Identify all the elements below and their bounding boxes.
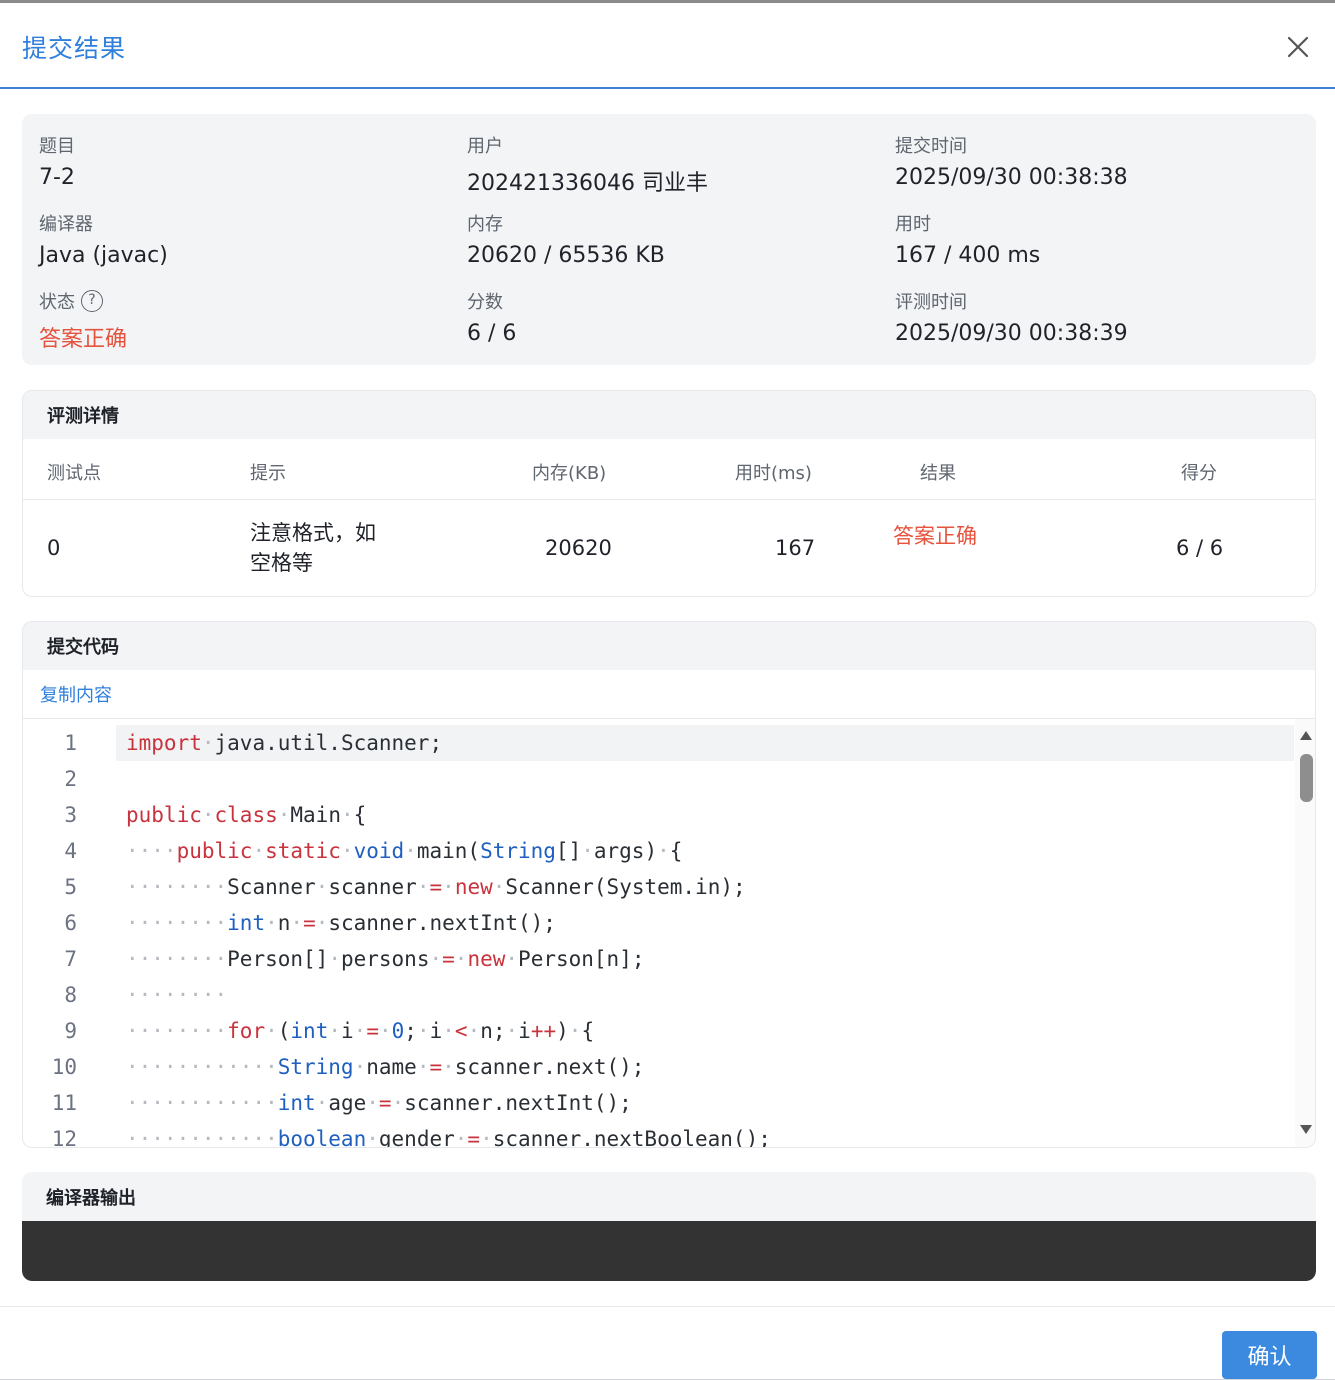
submitted-code-card: 提交代码 复制内容 1 2 3 4 5 6 7 8 9 10 11 12 imp…: [22, 621, 1316, 1148]
score-label: 分数: [467, 292, 503, 313]
code-line: ········Scanner·scanner·=·new·Scanner(Sy…: [126, 875, 746, 899]
status-label: 状态: [39, 292, 75, 313]
code-lines: import·java.util.Scanner; public·class·M…: [126, 725, 771, 1148]
submit-time-label: 提交时间: [895, 136, 967, 157]
case-result: 答案正确: [893, 524, 977, 548]
judge-time-value: 2025/09/30 00:38:39: [895, 321, 1128, 346]
compiler-field: 编译器 Java (javac): [39, 211, 168, 268]
code-line: ············boolean·gender·=·scanner.nex…: [126, 1127, 771, 1148]
memory-field: 内存 20620 / 65536 KB: [467, 211, 665, 268]
user-value: 202421336046 司业丰: [467, 171, 708, 196]
compiler-output-title: 编译器输出: [22, 1172, 1316, 1221]
line-number: 4: [64, 839, 77, 863]
memory-label: 内存: [467, 214, 503, 235]
user-field: 用户 202421336046 司业丰: [467, 133, 708, 197]
column-header: 内存(KB): [532, 463, 607, 484]
confirm-button[interactable]: 确认: [1222, 1331, 1317, 1379]
column-header: 用时(ms): [735, 463, 812, 484]
line-number: 10: [51, 1055, 77, 1079]
submit-time-field: 提交时间 2025/09/30 00:38:38: [895, 133, 1128, 190]
column-header: 得分: [1181, 463, 1217, 484]
copy-toolbar: 复制内容: [23, 670, 1315, 719]
code-editor[interactable]: 1 2 3 4 5 6 7 8 9 10 11 12 import·java.u…: [23, 719, 1315, 1148]
column-header: 结果: [920, 463, 956, 484]
dialog-header: 提交结果: [0, 3, 1335, 89]
scroll-down-icon[interactable]: [1300, 1125, 1312, 1134]
column-header: 提示: [250, 463, 286, 484]
memory-value: 20620 / 65536 KB: [467, 243, 665, 268]
code-scrollbar[interactable]: [1295, 719, 1315, 1147]
code-line: ············String·name·=·scanner.next()…: [126, 1055, 645, 1079]
judge-details-title: 评测详情: [23, 391, 1315, 439]
line-number: 9: [64, 1019, 77, 1043]
dialog-title: 提交结果: [22, 34, 127, 63]
case-time: 167: [775, 536, 816, 560]
status-value: 答案正确: [39, 327, 128, 352]
code-line: ········: [126, 983, 228, 1007]
status-label-row: 状态 ?: [39, 289, 127, 313]
time-used-value: 167 / 400 ms: [895, 243, 1041, 268]
case-hint-line: 空格等: [250, 551, 313, 575]
line-number: 12: [51, 1127, 77, 1148]
problem-field: 题目 7-2: [39, 133, 75, 190]
copy-content-link[interactable]: 复制内容: [40, 681, 112, 707]
line-number: 1: [64, 731, 77, 755]
score-value: 6 / 6: [467, 321, 517, 346]
dialog-footer: 确认: [0, 1306, 1335, 1380]
judge-time-field: 评测时间 2025/09/30 00:38:39: [895, 289, 1128, 346]
time-used-field: 用时 167 / 400 ms: [895, 211, 1040, 268]
details-table-header: 测试点 提示 内存(KB) 用时(ms) 结果 得分: [23, 439, 1315, 500]
code-line: ········int·n·=·scanner.nextInt();: [126, 911, 556, 935]
judge-details-card: 评测详情 测试点 提示 内存(KB) 用时(ms) 结果 得分 0 注意格式，如…: [22, 390, 1316, 597]
scroll-up-icon[interactable]: [1300, 731, 1312, 740]
code-line: public·class·Main·{: [126, 803, 367, 827]
line-number: 2: [64, 767, 77, 791]
problem-label: 题目: [39, 136, 75, 157]
compiler-value: Java (javac): [39, 243, 168, 268]
status-field: 状态 ? 答案正确: [39, 289, 127, 353]
case-score: 6 / 6: [1176, 536, 1224, 560]
submit-time-value: 2025/09/30 00:38:38: [895, 165, 1128, 190]
score-field: 分数 6 / 6: [467, 289, 516, 346]
code-line: ········Person[]·persons·=·new·Person[n]…: [126, 947, 645, 971]
case-id: 0: [47, 536, 61, 560]
code-line: ············int·age·=·scanner.nextInt();: [126, 1091, 632, 1115]
column-header: 测试点: [47, 463, 101, 484]
judge-time-label: 评测时间: [895, 292, 967, 313]
line-number: 8: [64, 983, 77, 1007]
question-circle-icon[interactable]: ?: [81, 290, 103, 312]
compiler-output-console: [22, 1221, 1316, 1281]
time-used-label: 用时: [895, 214, 931, 235]
code-line: ········for·(int·i·=·0;·i·<·n;·i++)·{: [126, 1019, 595, 1043]
close-icon[interactable]: [1284, 33, 1312, 61]
line-number: 7: [64, 947, 77, 971]
submitted-code-title: 提交代码: [23, 622, 1315, 670]
case-memory: 20620: [545, 536, 612, 560]
user-label: 用户: [467, 136, 503, 157]
code-line: ····public·static·void·main(String[]·arg…: [126, 839, 683, 863]
scrollbar-thumb[interactable]: [1300, 754, 1313, 802]
case-hint-line: 注意格式，如: [250, 521, 376, 545]
compiler-label: 编译器: [39, 214, 93, 235]
compiler-output-card: 编译器输出: [22, 1172, 1316, 1281]
code-line: import·java.util.Scanner;: [126, 731, 443, 755]
line-number-gutter: 1 2 3 4 5 6 7 8 9 10 11 12: [23, 725, 103, 1148]
case-hint: 注意格式，如 空格等: [250, 518, 376, 578]
submission-info-panel: 题目 7-2 用户 202421336046 司业丰 提交时间 2025/09/…: [22, 114, 1316, 365]
line-number: 5: [64, 875, 77, 899]
line-number: 11: [51, 1091, 77, 1115]
line-number: 6: [64, 911, 77, 935]
table-row: 0 注意格式，如 空格等 20620 167 答案正确 6 / 6: [23, 500, 1315, 596]
line-number: 3: [64, 803, 77, 827]
problem-value: 7-2: [39, 165, 75, 190]
